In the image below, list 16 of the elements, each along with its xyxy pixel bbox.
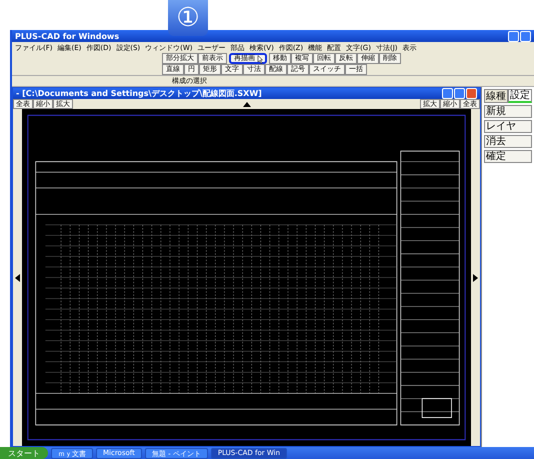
maximize-button[interactable]	[520, 30, 531, 42]
panel-tab[interactable]: 線種	[484, 89, 508, 103]
minimize-button[interactable]	[508, 30, 519, 42]
close-button[interactable]	[466, 88, 477, 99]
window-title: PLUS-CAD for Windows	[15, 32, 120, 40]
start-button[interactable]: スタート	[0, 447, 48, 459]
document-title: - [C:\Documents and Settings\デスクトップ\配線図面.SXW]	[16, 88, 262, 99]
mouse-pointer-icon	[257, 55, 264, 64]
panel-tab[interactable]: 設定	[508, 89, 532, 103]
panel-button[interactable]: レイヤ	[484, 120, 532, 133]
panel-button[interactable]: 新規	[484, 105, 532, 118]
panel-button[interactable]: 確定	[484, 150, 532, 163]
step-number-badge: ①	[168, 0, 208, 36]
panel-button[interactable]: 消去	[484, 135, 532, 148]
maximize-button[interactable]	[454, 88, 465, 99]
minimize-button[interactable]	[442, 88, 453, 99]
